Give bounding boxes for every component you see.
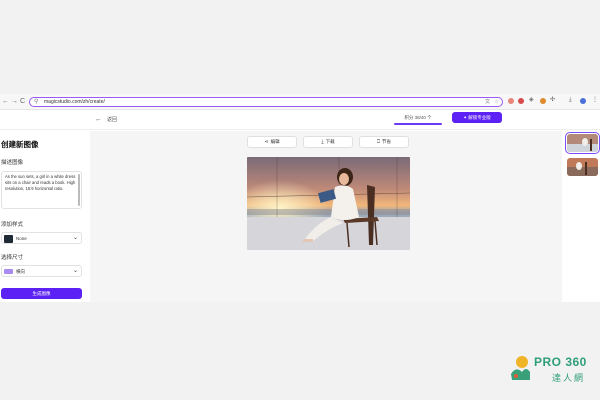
download-icon[interactable]: ⤓ bbox=[569, 96, 572, 105]
history-panel bbox=[562, 131, 600, 302]
style-label: 添加样式 bbox=[1, 222, 24, 228]
chevron-down-icon: ⌄ bbox=[72, 268, 78, 274]
browser-window: ← → C ⚲ magicstudio.com/zh/create/ 文 ☆ ◈… bbox=[0, 94, 600, 302]
history-thumbnail-selected[interactable] bbox=[565, 132, 600, 154]
download-label: 下载 bbox=[325, 139, 335, 144]
extension-icon[interactable] bbox=[518, 98, 524, 104]
profile-avatar[interactable] bbox=[580, 98, 586, 104]
forward-arrow-icon[interactable]: → bbox=[11, 97, 18, 106]
save-label: 节省 bbox=[382, 139, 391, 144]
bookmark-star-icon[interactable]: ☆ bbox=[495, 99, 499, 105]
create-panel: 创建新图像 描述图像 As the sun sets, a girl in a … bbox=[0, 131, 90, 302]
history-thumbnail[interactable] bbox=[567, 158, 598, 176]
site-info-icon[interactable]: ⚲ bbox=[34, 99, 38, 105]
back-icon[interactable]: ← bbox=[95, 115, 102, 124]
translate-icon[interactable]: 文 bbox=[485, 99, 490, 105]
style-value: None bbox=[16, 236, 27, 241]
generate-button[interactable]: 生成图像 bbox=[1, 288, 82, 299]
bookmark-icon: ⎕ bbox=[376, 139, 380, 145]
canvas-area: ⋖ 编辑 ⤓ 下载 ⎕ 节省 bbox=[90, 131, 562, 302]
prompt-text[interactable]: As the sun sets, a girl in a white dress… bbox=[5, 174, 75, 191]
generated-image[interactable] bbox=[247, 157, 410, 250]
size-label: 选择尺寸 bbox=[1, 255, 24, 261]
download-button[interactable]: ⤓ 下载 bbox=[303, 136, 353, 148]
back-arrow-icon[interactable]: ← bbox=[2, 97, 9, 106]
app-header: ← 返回 积分 38/40 个 ✦ 解锁专业版 bbox=[0, 110, 600, 130]
size-value: 横向 bbox=[16, 269, 25, 274]
browser-toolbar: ← → C ⚲ magicstudio.com/zh/create/ 文 ☆ ◈… bbox=[0, 94, 600, 110]
credits-counter: 积分 38/40 个 bbox=[404, 115, 432, 120]
pro360-watermark: PRO 360 達人網 bbox=[508, 352, 592, 386]
style-select[interactable]: None ⌄ bbox=[1, 232, 82, 244]
chevron-down-icon: ⌄ bbox=[72, 235, 78, 241]
save-button[interactable]: ⎕ 节省 bbox=[359, 136, 409, 148]
upgrade-button[interactable]: ✦ 解锁专业版 bbox=[452, 112, 502, 123]
share-icon: ⋖ bbox=[264, 139, 269, 145]
size-select[interactable]: 横向 ⌄ bbox=[1, 265, 82, 277]
extension-icon[interactable] bbox=[540, 98, 546, 104]
style-swatch bbox=[4, 234, 13, 243]
prompt-scrollbar[interactable] bbox=[78, 174, 80, 206]
puzzle-icon[interactable]: ✣ bbox=[550, 96, 555, 105]
back-link[interactable]: 返回 bbox=[107, 116, 117, 123]
reload-icon[interactable]: C bbox=[20, 97, 25, 106]
extension-icon[interactable]: ◈ bbox=[529, 96, 534, 105]
pro360-logo-icon bbox=[511, 356, 530, 380]
describe-label: 描述图像 bbox=[1, 160, 24, 166]
landscape-icon bbox=[4, 269, 13, 274]
edit-label: 编辑 bbox=[270, 139, 280, 144]
edit-button[interactable]: ⋖ 编辑 bbox=[247, 136, 297, 148]
prompt-textarea[interactable]: As the sun sets, a girl in a white dress… bbox=[1, 171, 82, 209]
extension-icon[interactable] bbox=[508, 98, 514, 104]
watermark-subtitle: 達人網 bbox=[552, 373, 586, 383]
download-icon: ⤓ bbox=[321, 139, 324, 145]
panel-title: 创建新图像 bbox=[1, 140, 39, 149]
watermark-brand: PRO 360 bbox=[534, 355, 587, 369]
menu-icon[interactable]: ⋮ bbox=[592, 96, 598, 105]
credits-progress-bar bbox=[394, 123, 442, 125]
url-text[interactable]: magicstudio.com/zh/create/ bbox=[44, 99, 105, 105]
address-bar[interactable]: ⚲ magicstudio.com/zh/create/ 文 ☆ bbox=[29, 97, 503, 107]
